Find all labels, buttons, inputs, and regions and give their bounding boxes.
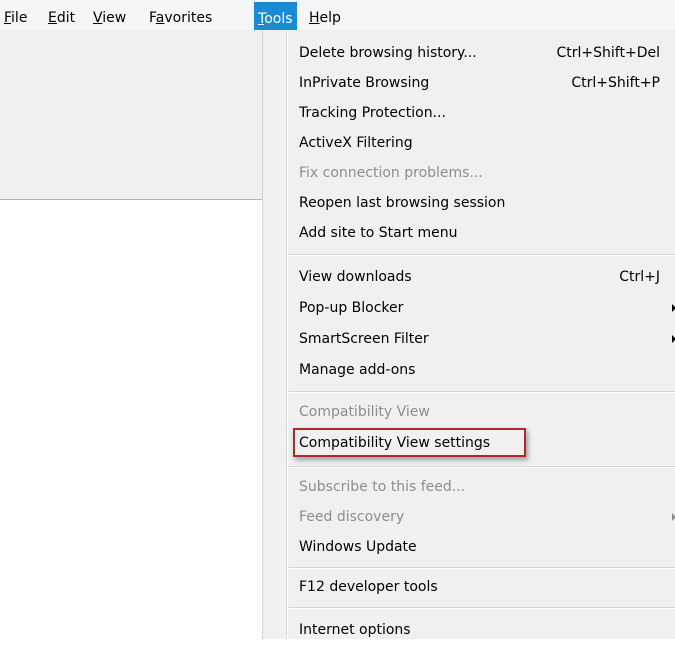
tools-dropdown-menu: Delete browsing history... Ctrl+Shift+De… [262, 30, 675, 639]
menu-favorites-prefix: F [149, 10, 156, 26]
menu-item-reopen-last-session[interactable]: Reopen last browsing session [299, 188, 675, 218]
menu-separator [289, 254, 675, 256]
menu-help-label: elp [319, 10, 341, 26]
menu-favorites[interactable]: Favorites [149, 0, 212, 30]
menu-view-label: iew [102, 10, 127, 26]
menu-tools[interactable]: Tools [254, 2, 297, 30]
menu-item-label: Internet options [299, 622, 411, 638]
menu-item-smartscreen-filter[interactable]: SmartScreen Filter [299, 324, 675, 354]
browser-content-area [0, 30, 262, 200]
menu-item-internet-options[interactable]: Internet options [299, 615, 675, 645]
menu-item-f12-developer-tools[interactable]: F12 developer tools [299, 572, 675, 602]
menu-item-label: ActiveX Filtering [299, 135, 413, 151]
menu-item-label: SmartScreen Filter [299, 331, 429, 347]
menu-gutter-divider-highlight [287, 30, 288, 639]
menu-item-label: Delete browsing history... [299, 45, 477, 61]
menu-item-label: Windows Update [299, 539, 417, 555]
menu-item-shortcut: Ctrl+J [619, 269, 660, 285]
menu-item-label: Add site to Start menu [299, 225, 458, 241]
menu-item-windows-update[interactable]: Windows Update [299, 532, 675, 562]
menu-view-accel: V [93, 10, 103, 26]
menu-help[interactable]: Help [309, 0, 341, 30]
menu-item-tracking-protection[interactable]: Tracking Protection... [299, 98, 675, 128]
menu-file-label: ile [11, 10, 28, 26]
menu-file[interactable]: File [4, 0, 27, 30]
menu-item-label: Pop-up Blocker [299, 300, 404, 316]
menu-help-accel: H [309, 10, 320, 26]
menu-separator [289, 607, 675, 609]
menu-item-shortcut: Ctrl+Shift+Del [556, 45, 660, 61]
menu-item-shortcut: Ctrl+Shift+P [571, 75, 660, 91]
menu-bar: File Edit View Favorites Tools Help [0, 0, 675, 30]
menu-file-accel: F [4, 10, 12, 26]
menu-item-manage-addons[interactable]: Manage add-ons [299, 355, 675, 385]
menu-item-popup-blocker[interactable]: Pop-up Blocker [299, 293, 675, 323]
menu-separator [289, 391, 675, 393]
menu-view[interactable]: View [93, 0, 126, 30]
menu-item-subscribe-feed[interactable]: Subscribe to this feed... [299, 472, 675, 502]
menu-item-label: Compatibility View [299, 404, 430, 420]
menu-item-label: Subscribe to this feed... [299, 479, 466, 495]
menu-edit[interactable]: Edit [48, 0, 75, 30]
menu-item-compatibility-view[interactable]: Compatibility View [299, 397, 675, 427]
menu-item-inprivate-browsing[interactable]: InPrivate Browsing Ctrl+Shift+P [299, 68, 675, 98]
highlight-box [293, 428, 526, 457]
menu-tools-label: ools [264, 11, 293, 27]
menu-item-add-site-to-start[interactable]: Add site to Start menu [299, 218, 675, 248]
menu-item-label: View downloads [299, 269, 412, 285]
menu-item-label: Reopen last browsing session [299, 195, 506, 211]
menu-favorites-label: vorites [164, 10, 213, 26]
menu-separator [289, 466, 675, 468]
menu-item-label: Tracking Protection... [299, 105, 446, 121]
menu-item-feed-discovery[interactable]: Feed discovery [299, 502, 675, 532]
menu-item-delete-browsing-history[interactable]: Delete browsing history... Ctrl+Shift+De… [299, 38, 675, 68]
menu-edit-accel: E [48, 10, 57, 26]
menu-item-label: Manage add-ons [299, 362, 416, 378]
menu-item-label: Feed discovery [299, 509, 405, 525]
menu-item-activex-filtering[interactable]: ActiveX Filtering [299, 128, 675, 158]
menu-item-label: Fix connection problems... [299, 165, 483, 181]
menu-separator [289, 567, 675, 569]
menu-edit-label: dit [56, 10, 76, 26]
menu-item-label: F12 developer tools [299, 579, 438, 595]
menu-item-fix-connection-problems[interactable]: Fix connection problems... [299, 158, 675, 188]
menu-item-label: InPrivate Browsing [299, 75, 430, 91]
menu-item-view-downloads[interactable]: View downloads Ctrl+J [299, 262, 675, 292]
